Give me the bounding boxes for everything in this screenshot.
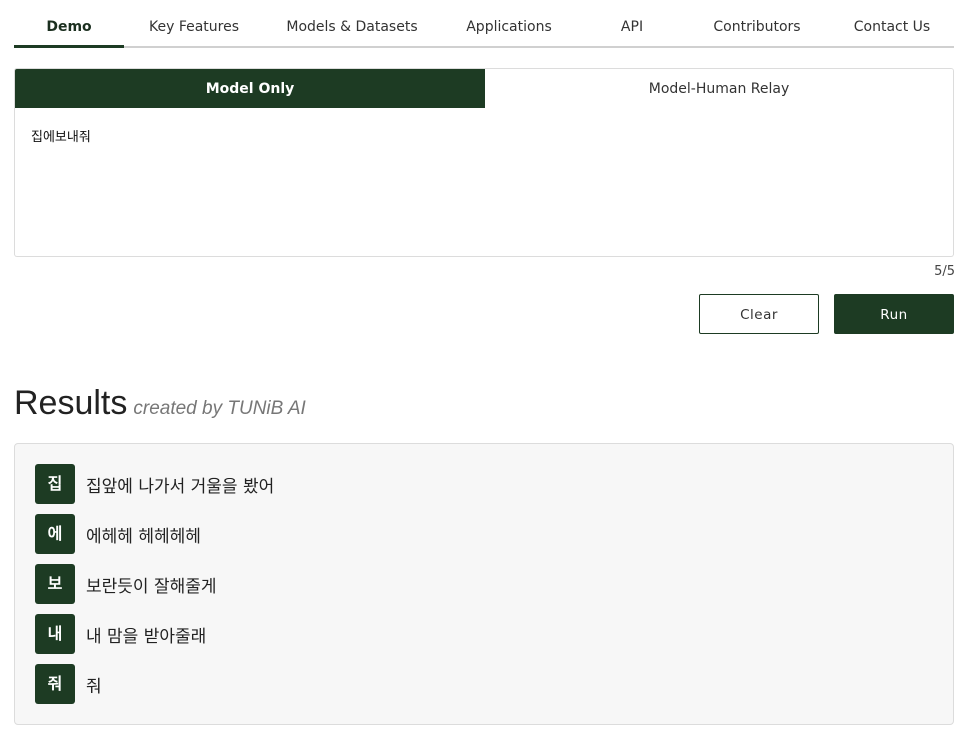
- results-title: Results: [14, 384, 128, 422]
- tab-demo[interactable]: Demo: [14, 0, 124, 48]
- result-line: 내 내 맘을 받아줄래: [35, 614, 206, 654]
- char-badge: 보: [35, 564, 75, 604]
- result-line: 에 에헤헤 헤헤헤헤: [35, 514, 201, 554]
- results-heading: Results created by TUNiB AI: [14, 384, 306, 423]
- top-nav: Demo Key Features Models & Datasets Appl…: [14, 0, 954, 48]
- tab-contact-us[interactable]: Contact Us: [842, 0, 942, 46]
- result-line: 줘 줘: [35, 664, 102, 704]
- result-line-text: 내 맘을 받아줄래: [86, 626, 207, 647]
- result-line-text: 에헤헤 헤헤헤헤: [86, 526, 201, 547]
- clear-button[interactable]: Clear: [699, 294, 819, 334]
- run-button[interactable]: Run: [834, 294, 954, 334]
- tab-api[interactable]: API: [602, 0, 662, 46]
- model-human-relay-button[interactable]: Model-Human Relay: [485, 69, 953, 109]
- model-only-button[interactable]: Model Only: [15, 69, 485, 109]
- result-line: 집 집앞에 나가서 거울을 봤어: [35, 464, 274, 504]
- prompt-textarea[interactable]: 집에보내줘: [14, 108, 954, 257]
- prompt-value: 집에보내줘: [31, 130, 91, 145]
- tab-key-features[interactable]: Key Features: [134, 0, 254, 46]
- char-counter: 5/5: [934, 264, 955, 279]
- result-line-text: 보란듯이 잘해줄게: [86, 576, 217, 597]
- tab-models-datasets[interactable]: Models & Datasets: [282, 0, 422, 46]
- mode-toggle: Model Only Model-Human Relay: [14, 68, 954, 110]
- result-line: 보 보란듯이 잘해줄게: [35, 564, 217, 604]
- tab-contributors[interactable]: Contributors: [702, 0, 812, 46]
- results-panel: 집 집앞에 나가서 거울을 봤어 에 에헤헤 헤헤헤헤 보 보란듯이 잘해줄게 …: [14, 443, 954, 725]
- char-badge: 내: [35, 614, 75, 654]
- tab-applications[interactable]: Applications: [454, 0, 564, 46]
- result-line-text: 집앞에 나가서 거울을 봤어: [86, 476, 275, 497]
- char-badge: 줘: [35, 664, 75, 704]
- result-line-text: 줘: [86, 676, 102, 697]
- results-subtitle: created by TUNiB AI: [133, 398, 306, 419]
- char-badge: 에: [35, 514, 75, 554]
- char-badge: 집: [35, 464, 75, 504]
